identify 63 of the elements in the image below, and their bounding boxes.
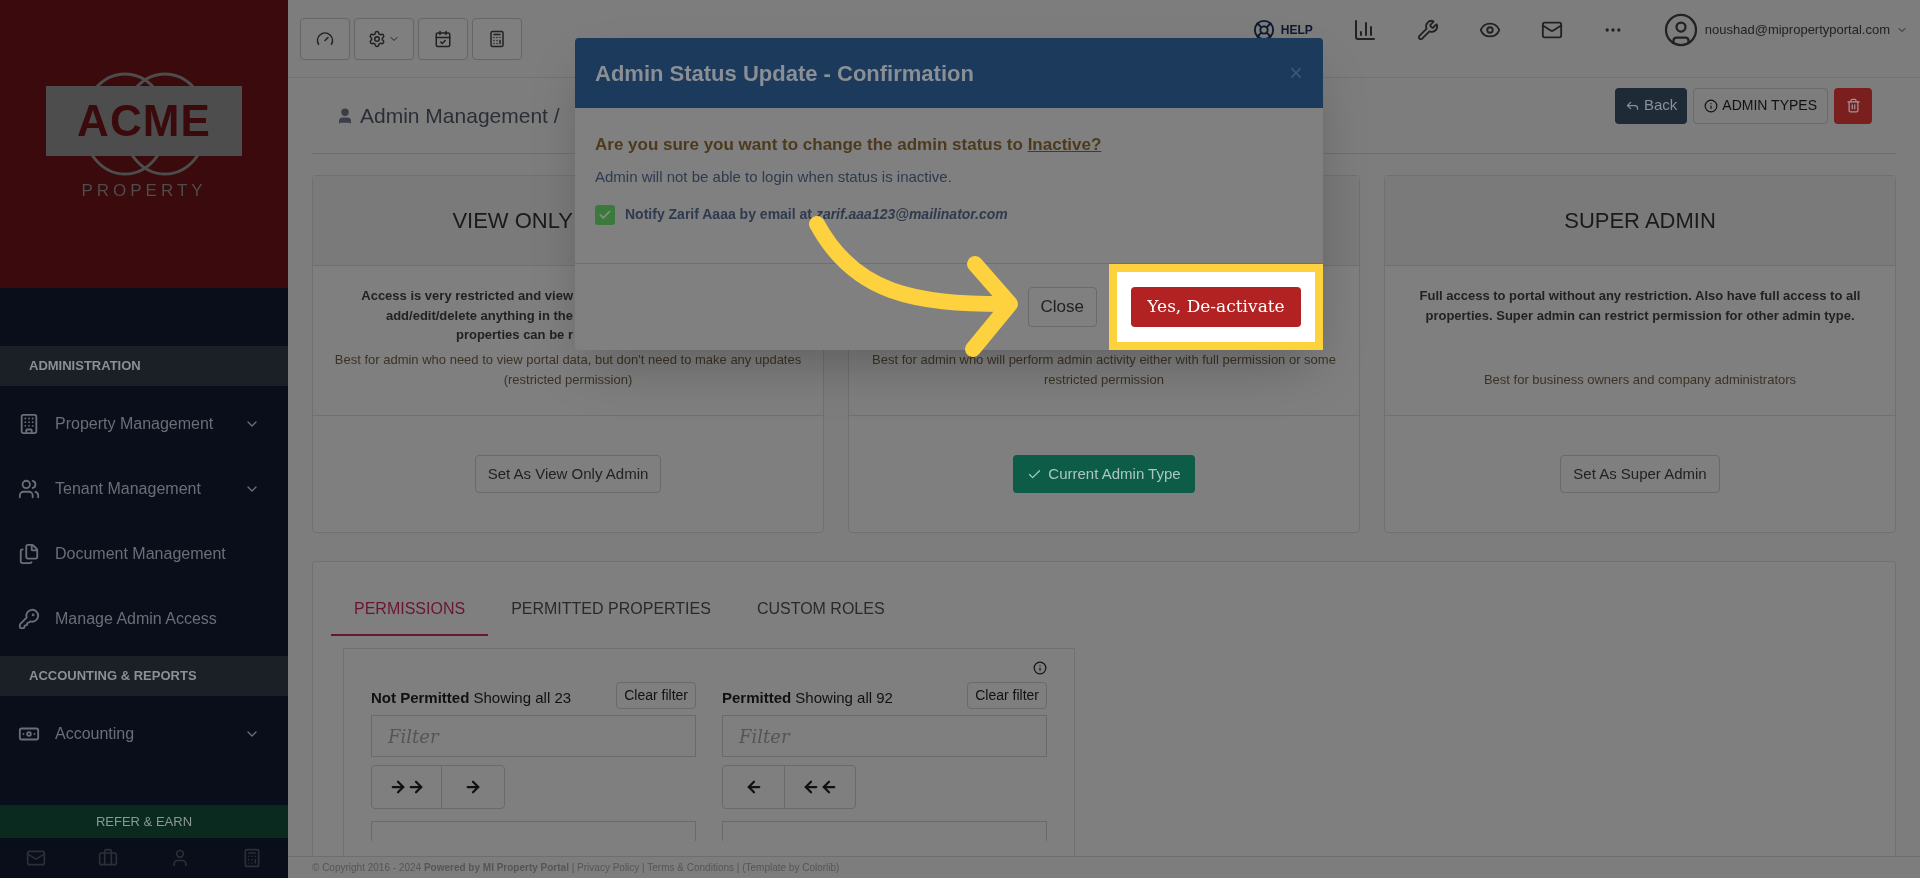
- trash-icon: [1845, 98, 1861, 113]
- user-icon: [336, 106, 354, 125]
- help-link[interactable]: HELP: [1280, 20, 1313, 39]
- sidebar-item[interactable]: Property Management: [0, 391, 288, 456]
- card-description: Full access to portal without any restriction. Also have full access to all properties. Super admin can restrict permission for other admin type.: [1418, 287, 1862, 325]
- card-note: Best for business owners and company administrators: [1482, 370, 1798, 389]
- dialog-note: Admin will not be able to login when status is inactive.: [595, 166, 953, 187]
- user-menu[interactable]: noushad@mipropertyportal.com: [1704, 19, 1890, 40]
- bar-chart-icon[interactable]: [1352, 17, 1377, 42]
- card-description: Access is very restricted and view: [361, 287, 573, 305]
- confirmation-question: Are you sure you want to change the admin status to Inactive?: [595, 134, 1103, 156]
- confirm-button[interactable]: Yes, De-activate: [1131, 287, 1301, 327]
- calendar-icon: [434, 29, 452, 48]
- card-title: SUPER ADMIN: [1564, 207, 1716, 235]
- key-icon: [18, 607, 40, 630]
- avatar-icon[interactable]: [1662, 11, 1699, 48]
- people-icon: [18, 477, 40, 500]
- tab[interactable]: PERMISSIONS: [331, 584, 489, 636]
- building-icon: [18, 412, 40, 435]
- sidebar-section-header: ADMINISTRATION: [0, 346, 288, 386]
- close-button[interactable]: Close: [1027, 287, 1097, 327]
- dialog-title: Admin Status Update - Confirmation: [595, 59, 974, 88]
- documents-icon: [18, 542, 40, 565]
- sidebar-item[interactable]: Document Management: [0, 521, 288, 586]
- list-heading: Not Permitted Showing all 23: [371, 687, 572, 708]
- info-icon: [1033, 661, 1047, 675]
- clear-filter-button[interactable]: Clear filter: [616, 682, 696, 709]
- clear-filter-button[interactable]: Clear filter: [967, 682, 1047, 709]
- sidebar-item[interactable]: Accounting: [0, 701, 288, 766]
- calendar-button[interactable]: [418, 17, 468, 60]
- set-admin-type-button[interactable]: Current Admin Type: [1013, 455, 1195, 493]
- gear-icon: [368, 29, 386, 48]
- tab[interactable]: CUSTOM ROLES: [733, 584, 908, 636]
- back-button[interactable]: Back: [1615, 87, 1688, 124]
- card-note: Best for admin who will perform admin activity either with full permission or some restricted permission: [871, 351, 1337, 389]
- refer-earn-button[interactable]: REFER & EARN: [0, 805, 288, 838]
- dashboard-button[interactable]: [300, 17, 350, 60]
- set-admin-type-button[interactable]: Set As View Only Admin: [474, 455, 662, 493]
- card-description: properties can be r: [455, 326, 573, 344]
- lifebuoy-icon[interactable]: [1252, 18, 1275, 41]
- admin-types-button[interactable]: ADMIN TYPES: [1693, 87, 1828, 124]
- set-admin-type-button[interactable]: Set As Super Admin: [1560, 455, 1720, 493]
- card-title: VIEW ONLY: [452, 207, 573, 235]
- arrow-right-icon: [464, 778, 482, 796]
- notify-checkbox[interactable]: [595, 204, 615, 225]
- list-heading: Permitted Showing all 92: [722, 687, 893, 708]
- notify-label: Notify Zarif Aaaa by email at zarif.aaa123@mailinator.com: [625, 205, 1008, 224]
- card-note: Best for admin who need to view portal data, but don't need to make any updates (restricted permission): [333, 351, 803, 389]
- sidebar-item[interactable]: Manage Admin Access: [0, 586, 288, 651]
- card-description: add/edit/delete anything in the: [385, 306, 573, 325]
- sidebar-item[interactable]: Tenant Management: [0, 456, 288, 521]
- logo-name: ACME: [46, 86, 242, 156]
- info-icon: [1704, 98, 1719, 113]
- breadcrumb: Admin Management /: [360, 102, 560, 129]
- logo-tagline: PROPERTY: [81, 180, 207, 202]
- calculator-icon: [488, 29, 506, 48]
- delete-button[interactable]: [1834, 87, 1872, 124]
- calculator-button[interactable]: [472, 17, 522, 60]
- tab[interactable]: PERMITTED PROPERTIES: [488, 584, 734, 636]
- sidebar-section-header: ACCOUNTING & REPORTS: [0, 656, 288, 696]
- settings-dropdown-button[interactable]: [354, 17, 414, 60]
- wrench-icon[interactable]: [1416, 18, 1439, 41]
- gauge-icon: [316, 29, 334, 48]
